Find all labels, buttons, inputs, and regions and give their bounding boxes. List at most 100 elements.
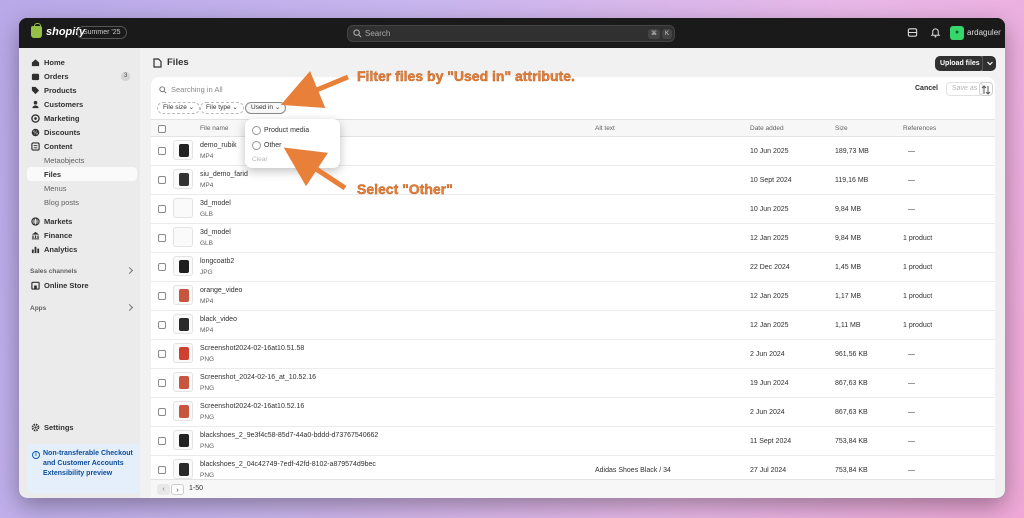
filter-used-in[interactable]: Used in ⌄: [245, 102, 287, 114]
file-type: MP4: [200, 327, 214, 334]
option-product-media[interactable]: Product media: [264, 127, 309, 134]
file-name[interactable]: longcoatb2: [200, 258, 234, 265]
files-search-input[interactable]: Searching in All: [171, 85, 223, 94]
sidebar-item-online-store[interactable]: Online Store: [19, 278, 140, 292]
file-thumbnail[interactable]: [173, 459, 193, 479]
radio-other[interactable]: [252, 141, 261, 150]
table-row[interactable]: 3d_model GLB 10 Jun 2025 9,84 MB —: [151, 195, 995, 224]
select-all-checkbox[interactable]: [158, 125, 166, 133]
bell-icon[interactable]: [930, 27, 941, 38]
table-row[interactable]: Screenshot2024-02-16at10.51.58 PNG 2 Jun 2…: [151, 340, 995, 369]
row-checkbox[interactable]: [158, 321, 166, 329]
upload-options-button[interactable]: [982, 56, 996, 71]
filter-file-size[interactable]: File size ⌄: [157, 102, 201, 114]
chip-label: File type: [206, 104, 231, 111]
sidebar-item-orders[interactable]: Orders 3: [19, 69, 140, 83]
apps-header[interactable]: Apps: [19, 301, 140, 315]
row-checkbox[interactable]: [158, 263, 166, 271]
table-row[interactable]: Screenshot2024-02-16at10.52.16 PNG 2 Jun 2…: [151, 398, 995, 427]
table-row[interactable]: blackshoes_2_9e3f4c58-85d7-44a0-bddd-d73…: [151, 427, 995, 456]
sidebar-item-home[interactable]: Home: [19, 55, 140, 69]
row-checkbox[interactable]: [158, 408, 166, 416]
row-checkbox[interactable]: [158, 437, 166, 445]
file-name[interactable]: black_video: [200, 316, 237, 323]
sidebar-item-customers[interactable]: Customers: [19, 97, 140, 111]
file-name[interactable]: demo_rubik: [200, 142, 237, 149]
sidebar-item-finance[interactable]: Finance: [19, 228, 140, 242]
file-thumbnail[interactable]: [173, 169, 193, 189]
col-size[interactable]: Size: [835, 125, 848, 132]
sidebar-item-analytics[interactable]: Analytics: [19, 242, 140, 256]
sort-button[interactable]: [979, 82, 993, 96]
file-thumbnail[interactable]: [173, 372, 193, 392]
file-name[interactable]: Screenshot_2024-02-16_at_10.52.16: [200, 374, 316, 381]
sidebar-item-discounts[interactable]: % Discounts: [19, 125, 140, 139]
cancel-button[interactable]: Cancel: [915, 85, 938, 92]
username[interactable]: ardaguler: [967, 28, 1001, 37]
col-alt-text[interactable]: Alt text: [595, 125, 615, 132]
table-row[interactable]: Screenshot_2024-02-16_at_10.52.16 PNG 19 J…: [151, 369, 995, 398]
file-thumbnail[interactable]: [173, 401, 193, 421]
row-checkbox[interactable]: [158, 176, 166, 184]
row-checkbox[interactable]: [158, 147, 166, 155]
clear-button[interactable]: Clear: [252, 156, 268, 163]
col-references[interactable]: References: [903, 125, 936, 132]
next-page-button[interactable]: ›: [171, 484, 184, 495]
col-file-name[interactable]: File name: [200, 125, 229, 132]
row-checkbox[interactable]: [158, 379, 166, 387]
global-search[interactable]: Search ⌘ K: [347, 25, 675, 42]
file-thumbnail[interactable]: [173, 227, 193, 247]
file-thumbnail[interactable]: [173, 285, 193, 305]
file-thumbnail[interactable]: [173, 198, 193, 218]
file-thumbnail[interactable]: [173, 140, 193, 160]
table-row[interactable]: siu_demo_farid MP4 10 Sept 2024 119,16 MB —: [151, 166, 995, 195]
inbox-icon[interactable]: [907, 27, 918, 38]
table-row[interactable]: 3d_model GLB 12 Jan 2025 9,84 MB 1 product: [151, 224, 995, 253]
sidebar-item-files[interactable]: Files: [19, 167, 140, 181]
file-name[interactable]: siu_demo_farid: [200, 171, 248, 178]
option-other[interactable]: Other: [264, 142, 282, 149]
file-type: GLB: [200, 240, 214, 247]
sidebar-item-content[interactable]: Content: [19, 139, 140, 153]
filter-file-type[interactable]: File type ⌄: [200, 102, 244, 114]
file-thumbnail[interactable]: [173, 430, 193, 450]
sidebar-item-label: Customers: [44, 99, 84, 109]
prev-page-button[interactable]: ‹: [157, 484, 170, 495]
table-row[interactable]: orange_video MP4 12 Jan 2025 1,17 MB 1 produ…: [151, 282, 995, 311]
sidebar-item-markets[interactable]: Markets: [19, 214, 140, 228]
sidebar-item-settings[interactable]: Settings: [19, 420, 140, 434]
row-checkbox[interactable]: [158, 205, 166, 213]
col-date-added[interactable]: Date added: [750, 125, 784, 132]
sidebar-item-metaobjects[interactable]: Metaobjects: [19, 153, 140, 167]
save-as-button[interactable]: Save as: [946, 82, 984, 96]
radio-product-media[interactable]: [252, 126, 261, 135]
avatar[interactable]: ●: [950, 26, 964, 40]
page-title-text: Files: [167, 57, 189, 68]
row-checkbox[interactable]: [158, 292, 166, 300]
row-checkbox[interactable]: [158, 466, 166, 474]
file-thumbnail[interactable]: [173, 314, 193, 334]
row-checkbox[interactable]: [158, 350, 166, 358]
file-name[interactable]: Screenshot2024-02-16at10.51.58: [200, 345, 304, 352]
target-icon: [31, 113, 40, 123]
file-name[interactable]: 3d_model: [200, 229, 231, 236]
table-row[interactable]: longcoatb2 JPG 22 Dec 2024 1,45 MB 1 product: [151, 253, 995, 282]
row-checkbox[interactable]: [158, 234, 166, 242]
references: —: [908, 380, 915, 387]
file-name[interactable]: orange_video: [200, 287, 242, 294]
sidebar-item-products[interactable]: Products: [19, 83, 140, 97]
sidebar-item-marketing[interactable]: Marketing: [19, 111, 140, 125]
file-thumbnail[interactable]: [173, 343, 193, 363]
sales-channels-header[interactable]: Sales channels: [19, 264, 140, 278]
file-name[interactable]: 3d_model: [200, 200, 231, 207]
table-row[interactable]: black_video MP4 12 Jan 2025 1,11 MB 1 produc…: [151, 311, 995, 340]
sidebar-item-blog-posts[interactable]: Blog posts: [19, 195, 140, 209]
file-name[interactable]: blackshoes_2_9e3f4c58-85d7-44a0-bddd-d73…: [200, 432, 378, 439]
file-thumbnail[interactable]: [173, 256, 193, 276]
sidebar-item-menus[interactable]: Menus: [19, 181, 140, 195]
extensibility-notice[interactable]: i Non-transferable Checkout and Customer…: [27, 444, 140, 493]
file-name[interactable]: Screenshot2024-02-16at10.52.16: [200, 403, 304, 410]
file-name[interactable]: blackshoes_2_04c42749-7edf-42fd-8102-a87…: [200, 461, 376, 468]
edition-badge[interactable]: Summer '25: [77, 26, 127, 39]
upload-files-button[interactable]: Upload files: [935, 56, 985, 71]
